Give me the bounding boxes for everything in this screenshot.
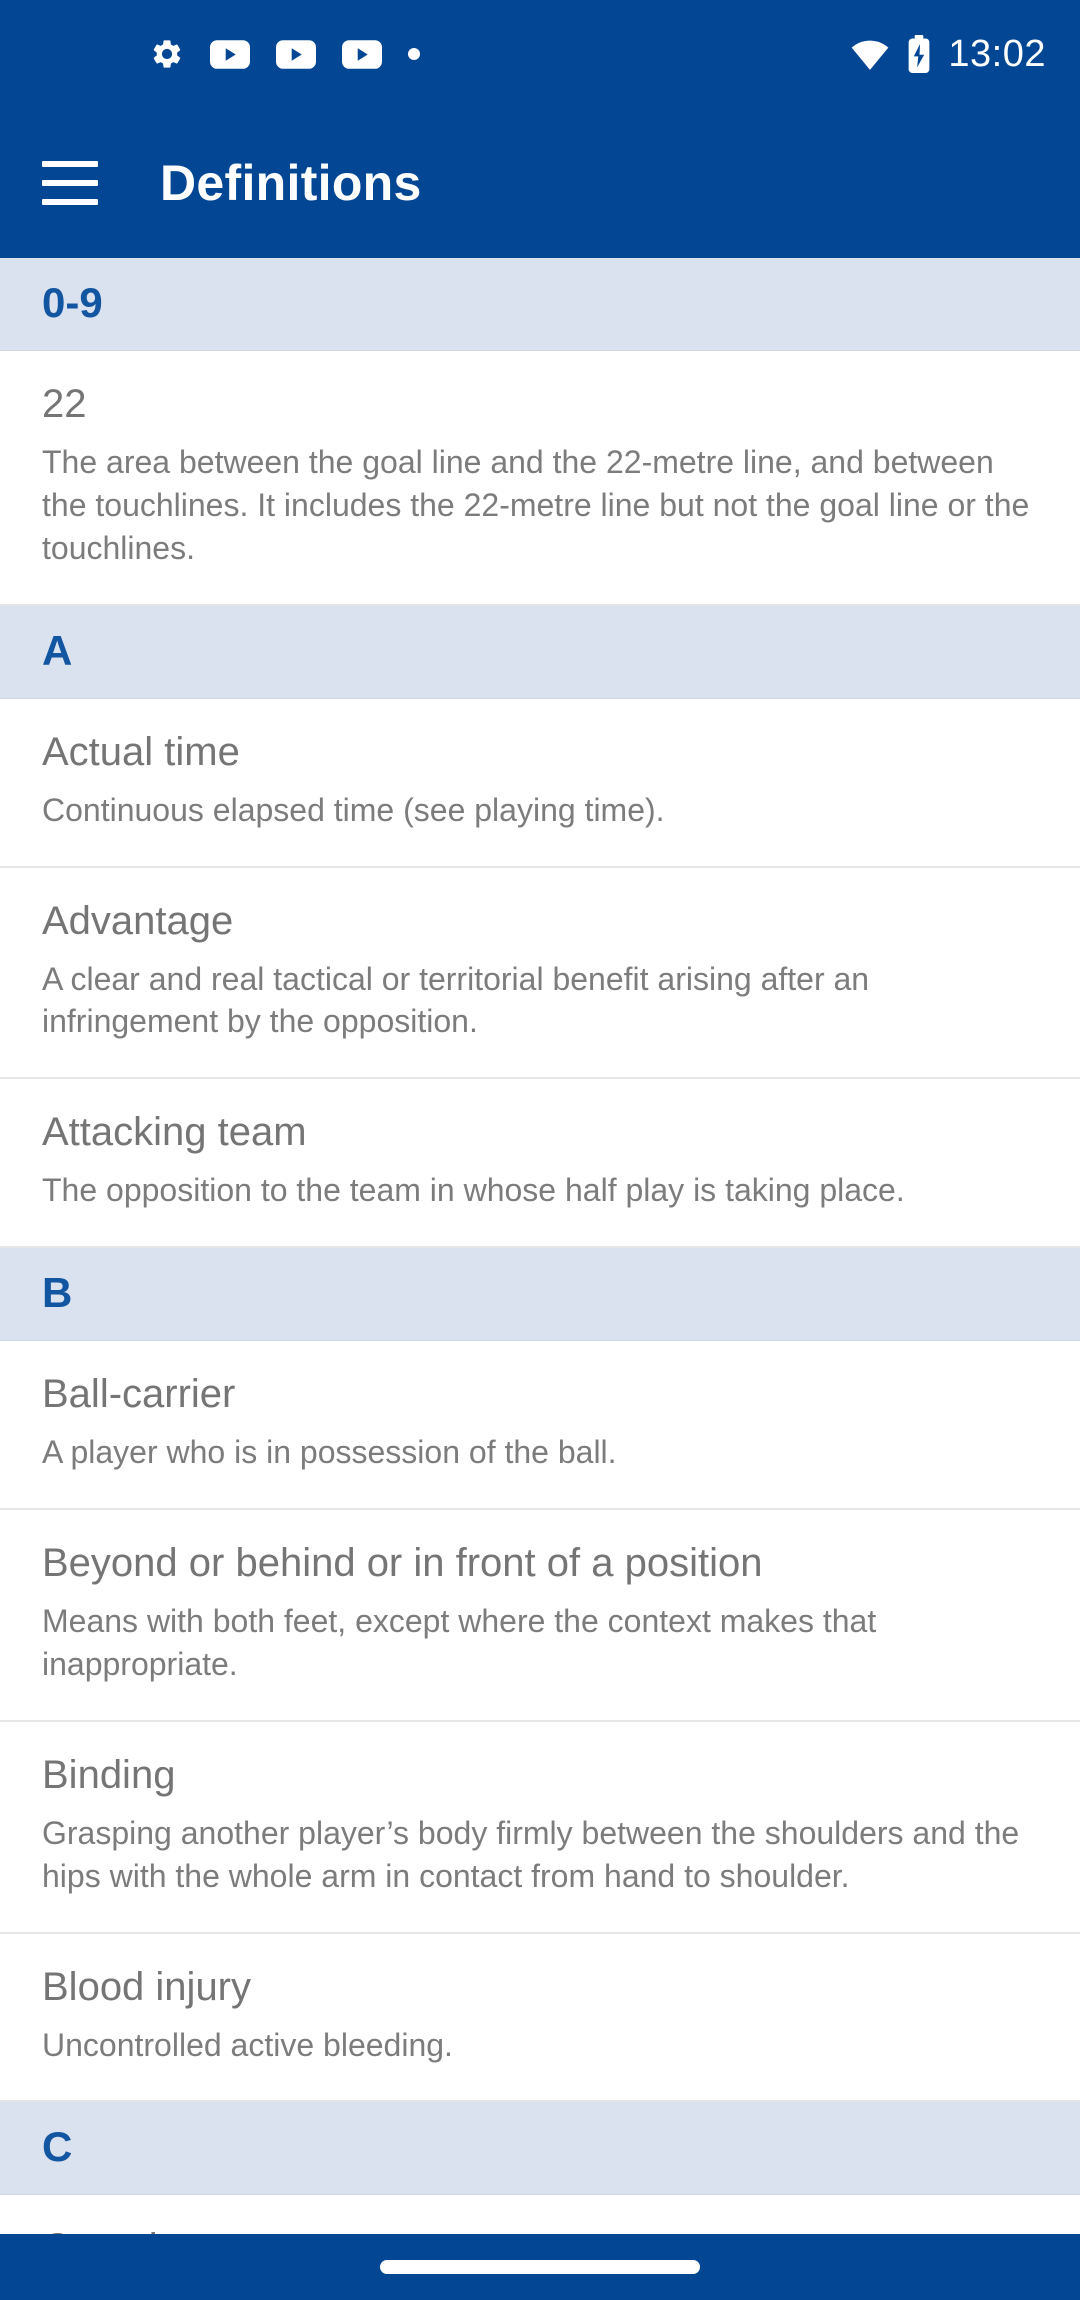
definition-term: Beyond or behind or in front of a positi…	[42, 1541, 763, 1585]
definition-term: Advantage	[42, 898, 234, 943]
dot-icon	[408, 48, 420, 60]
section-letter: A	[42, 626, 73, 674]
definition-text: The area between the goal line and the 2…	[42, 444, 1030, 566]
wifi-icon	[850, 37, 890, 71]
hamburger-bar	[42, 161, 98, 167]
home-gesture-pill[interactable]	[380, 2260, 700, 2274]
youtube-icon	[210, 39, 250, 69]
section-header-c: C	[0, 2102, 1080, 2196]
status-bar: 13:02	[0, 0, 1080, 108]
definition-text: Continuous elapsed time (see playing tim…	[42, 791, 665, 828]
definition-text: Means with both feet, except where the c…	[42, 1603, 877, 1682]
gear-icon	[150, 37, 184, 71]
definition-text: A clear and real tactical or territorial…	[42, 960, 870, 1040]
hamburger-bar	[42, 199, 98, 205]
section-letter: B	[42, 1269, 73, 1317]
definition-term: Binding	[42, 1752, 176, 1797]
definition-term: Ball-carrier	[42, 1372, 236, 1417]
list-item[interactable]: Advantage A clear and real tactical or t…	[0, 867, 1080, 1080]
list-item[interactable]: Captain The player nominated by a team t…	[0, 2195, 1080, 2234]
definition-term: 22	[42, 382, 87, 426]
definition-text: Uncontrolled active bleeding.	[42, 2026, 453, 2063]
app-bar: Definitions	[0, 108, 1080, 258]
list-item[interactable]: Attacking team The opposition to the tea…	[0, 1079, 1080, 1249]
section-header-b: B	[0, 1248, 1080, 1342]
definition-term: Captain	[42, 2225, 1036, 2234]
system-navigation-bar	[0, 2234, 1080, 2300]
definition-text: A player who is in possession of the bal…	[42, 1434, 617, 1471]
section-letter: C	[42, 2123, 73, 2171]
list-item[interactable]: Blood injury Uncontrolled active bleedin…	[0, 1933, 1080, 2103]
status-bar-left-icons	[150, 37, 420, 71]
hamburger-menu-icon[interactable]	[42, 161, 98, 205]
youtube-icon	[342, 39, 382, 69]
list-item[interactable]: Beyond or behind or in front of a positi…	[0, 1510, 1080, 1722]
definition-term: Attacking team	[42, 1110, 307, 1155]
section-letter: 0-9	[42, 279, 103, 326]
section-header-a: A	[0, 605, 1080, 699]
youtube-icon	[276, 39, 316, 69]
hamburger-bar	[42, 180, 98, 186]
section-header-0-9: 0-9	[0, 258, 1080, 351]
definition-text: Grasping another player’s body firmly be…	[42, 1814, 1020, 1894]
definitions-list[interactable]: 0-9 22 The area between the goal line an…	[0, 258, 1080, 2234]
list-item[interactable]: Ball-carrier A player who is in possessi…	[0, 1341, 1080, 1510]
definition-term: Blood injury	[42, 1964, 252, 2009]
battery-charging-icon	[906, 35, 932, 73]
definition-text: The opposition to the team in whose half…	[42, 1172, 905, 1209]
list-item[interactable]: Actual time Continuous elapsed time (see…	[0, 698, 1080, 868]
list-item[interactable]: 22 The area between the goal line and th…	[0, 351, 1080, 606]
list-item[interactable]: Binding Grasping another player’s body f…	[0, 1721, 1080, 1934]
status-bar-clock: 13:02	[948, 33, 1046, 75]
status-bar-right-icons: 13:02	[850, 35, 1046, 73]
app-screen: 13:02 Definitions 0-9 22 The area betwee…	[0, 0, 1080, 2300]
page-title: Definitions	[160, 155, 422, 211]
definition-term: Actual time	[42, 729, 240, 774]
